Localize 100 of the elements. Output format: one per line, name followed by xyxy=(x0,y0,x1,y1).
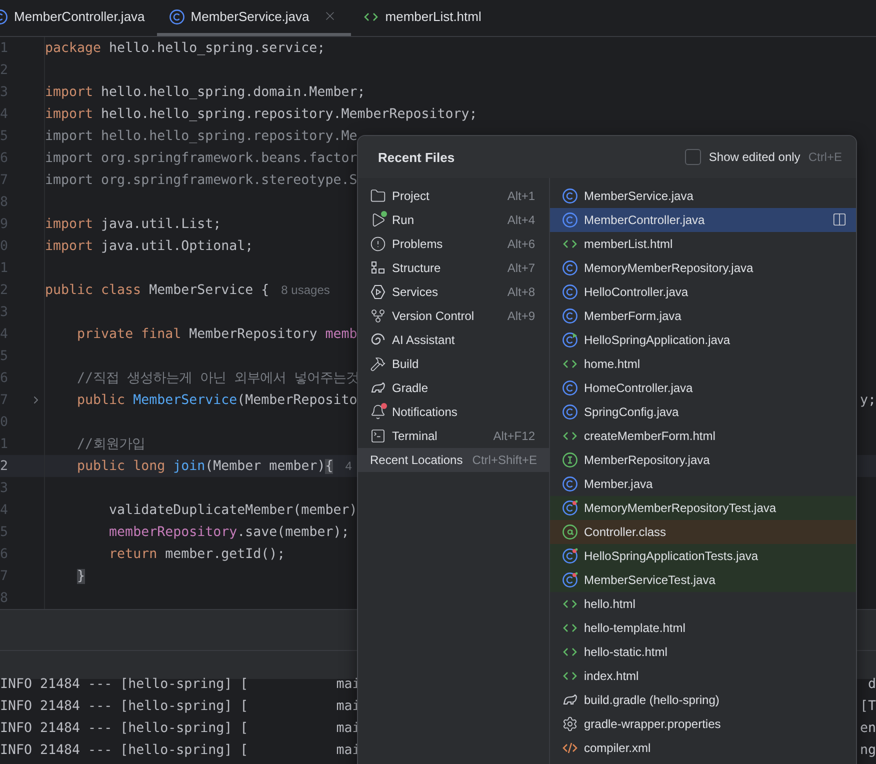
bell-icon xyxy=(370,404,386,420)
code-text: { xyxy=(325,458,334,474)
branch-icon xyxy=(370,308,386,324)
recent-file-item[interactable]: SpringConfig.java xyxy=(550,400,856,424)
run-icon xyxy=(370,212,386,228)
code-text: java.util.Optional; xyxy=(101,238,254,254)
recent-file-item[interactable]: MemberService.java xyxy=(550,184,856,208)
code-text: memb xyxy=(325,326,358,342)
split-view-icon[interactable] xyxy=(832,212,848,228)
recent-locations-item[interactable]: Recent Locations Ctrl+Shift+E xyxy=(358,448,549,472)
code-text: import hello.hello_spring.repository.Me xyxy=(45,128,358,144)
code-text: member.getId(); xyxy=(165,546,286,562)
class-icon xyxy=(562,284,578,300)
code-text: //직접 생성하는게 아닌 외부에서 넣어주는것 xyxy=(77,370,360,387)
recent-file-item[interactable]: MemberRepository.java xyxy=(550,448,856,472)
recent-file-item[interactable]: MemoryMemberRepositoryTest.java xyxy=(550,496,856,520)
code-text: join xyxy=(173,458,206,474)
recent-file-item[interactable]: home.html xyxy=(550,352,856,376)
recent-file-item[interactable]: Controller.class xyxy=(550,520,856,544)
code-text: import xyxy=(45,238,94,254)
recent-file-item[interactable]: MemberForm.java xyxy=(550,304,856,328)
recent-file-item[interactable]: createMemberForm.html xyxy=(550,424,856,448)
popup-title: Recent Files xyxy=(378,150,455,164)
show-edited-checkbox[interactable]: Show edited only Ctrl+E xyxy=(684,149,842,165)
code-text: y; xyxy=(860,392,876,408)
tool-window-item[interactable]: Build xyxy=(358,352,549,376)
code-text: (Member member) xyxy=(205,458,326,474)
hammer-icon xyxy=(370,356,386,372)
code-text: validateDuplicateMember(member) xyxy=(109,502,358,518)
recent-file-item[interactable]: MemberController.java xyxy=(550,208,856,232)
code-text: import xyxy=(45,84,94,100)
class-icon xyxy=(562,548,578,564)
log-text: ng xyxy=(860,742,876,758)
code-text: hello.hello_spring.service; xyxy=(109,40,326,56)
class-icon xyxy=(562,476,578,492)
recent-file-item[interactable]: compiler.xml xyxy=(550,736,856,760)
code-text: import xyxy=(45,106,94,122)
code-text: import org.springframework.beans.factor xyxy=(45,150,358,166)
log-text: d xyxy=(868,676,876,692)
recent-file-item[interactable]: index.html xyxy=(550,664,856,688)
class-icon xyxy=(562,380,578,396)
recent-file-item[interactable]: HelloSpringApplication.java xyxy=(550,328,856,352)
log-text: INFO 21484 --- [hello-spring] [ mai xyxy=(0,742,360,758)
code-text: public class xyxy=(45,282,142,298)
code-text: memberRepository xyxy=(109,524,238,540)
class-icon xyxy=(562,332,578,348)
log-text: [T xyxy=(860,698,876,714)
tool-window-item[interactable]: AI Assistant xyxy=(358,328,549,352)
recent-file-item[interactable]: hello.html xyxy=(550,592,856,616)
log-text: en xyxy=(860,720,876,736)
class-icon xyxy=(562,404,578,420)
tool-window-item[interactable]: Notifications xyxy=(358,400,549,424)
recent-file-item[interactable]: Member.java xyxy=(550,472,856,496)
alert-icon xyxy=(370,236,386,252)
structure-icon xyxy=(370,260,386,276)
tool-window-item[interactable]: Gradle xyxy=(358,376,549,400)
recent-file-item[interactable]: build.gradle (hello-spring) xyxy=(550,688,856,712)
tool-window-item[interactable]: Version Control Alt+9 xyxy=(358,304,549,328)
recent-file-item[interactable]: hello-template.html xyxy=(550,616,856,640)
recent-file-item[interactable]: HelloController.java xyxy=(550,280,856,304)
code-text: private final xyxy=(77,326,182,342)
editor-tab[interactable]: MemberController.java xyxy=(0,0,157,36)
interface-icon xyxy=(562,452,578,468)
code-text: MemberService { xyxy=(149,282,270,298)
recent-file-item[interactable]: hello-static.html xyxy=(550,640,856,664)
code-text: MemberRepository xyxy=(189,326,318,342)
line-number: 2 xyxy=(0,458,8,474)
class-icon xyxy=(562,500,578,516)
class-icon xyxy=(562,308,578,324)
editor-tab[interactable]: MemberService.java xyxy=(156,0,352,36)
recent-file-item[interactable]: HomeController.java xyxy=(550,376,856,400)
recent-file-item[interactable]: MemoryMemberRepository.java xyxy=(550,256,856,280)
tool-window-item[interactable]: Structure Alt+7 xyxy=(358,256,549,280)
recent-file-item[interactable]: memberList.html xyxy=(550,232,856,256)
tool-window-item[interactable]: Project Alt+1 xyxy=(358,184,549,208)
recent-file-item[interactable]: gradle-wrapper.properties xyxy=(550,712,856,736)
services-icon xyxy=(370,284,386,300)
log-text: INFO 21484 --- [hello-spring] [ mai xyxy=(0,676,360,692)
tool-window-item[interactable]: Terminal Alt+F12 xyxy=(358,424,549,448)
folder-icon xyxy=(370,188,386,204)
annotation-icon xyxy=(562,524,578,540)
code-text: (MemberReposito xyxy=(237,392,358,408)
code-text: package xyxy=(45,40,102,56)
code-text: hello.hello_spring.domain.Member; xyxy=(101,84,366,100)
terminal-icon xyxy=(370,428,386,444)
log-text: INFO 21484 --- [hello-spring] [ mai xyxy=(0,698,360,714)
tool-window-item[interactable]: Problems Alt+6 xyxy=(358,232,549,256)
code-text: } xyxy=(77,568,86,584)
tool-window-item[interactable]: Run Alt+4 xyxy=(358,208,549,232)
code-text: MemberService xyxy=(133,392,238,408)
tool-window-item[interactable]: Services Alt+8 xyxy=(358,280,549,304)
recent-file-item[interactable]: HelloSpringApplicationTests.java xyxy=(550,544,856,568)
code-text: import xyxy=(45,216,94,232)
editor-tab[interactable]: memberList.html xyxy=(351,0,494,36)
code-text: java.util.List; xyxy=(101,216,222,232)
gear-icon xyxy=(562,716,578,732)
class-icon xyxy=(562,212,578,228)
class-icon xyxy=(562,260,578,276)
class-icon xyxy=(168,8,185,24)
recent-file-item[interactable]: MemberServiceTest.java xyxy=(550,568,856,592)
